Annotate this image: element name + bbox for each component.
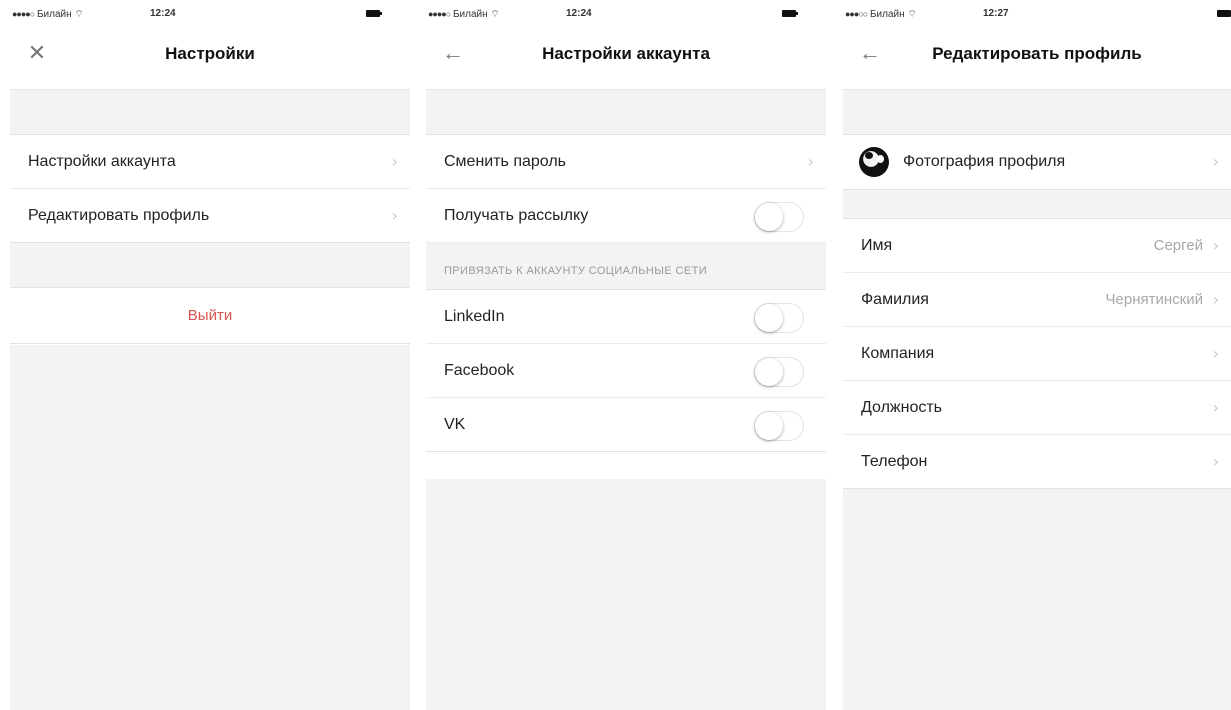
field-label: Должность — [861, 398, 942, 416]
field-last-name[interactable]: Фамилия Чернятинский › — [843, 273, 1231, 327]
navbar: ✕ Настройки — [10, 30, 410, 90]
avatar — [859, 147, 889, 177]
social-item-linkedin: LinkedIn — [426, 290, 826, 344]
battery-icon — [366, 10, 382, 17]
status-bar: ●●●○○ Билайн ⌔ 12:27 — [843, 0, 1231, 30]
menu-item-label: Настройки аккаунта — [28, 152, 176, 170]
menu-item-label: Редактировать профиль — [28, 206, 210, 224]
page-title: Редактировать профиль — [932, 44, 1142, 63]
signal-icon: ●●●○○ — [845, 9, 868, 19]
field-phone[interactable]: Телефон › — [843, 435, 1231, 489]
newsletter-toggle[interactable] — [754, 202, 804, 232]
status-bar: ●●●●○ Билайн ⌔ 12:24 — [426, 0, 826, 30]
field-value: Чернятинский — [1105, 291, 1203, 308]
signal-icon: ●●●●○ — [12, 9, 35, 19]
facebook-toggle[interactable] — [754, 357, 804, 387]
chevron-right-icon: › — [1212, 152, 1219, 171]
toggle-knob — [755, 412, 783, 440]
social-label: VK — [444, 415, 466, 433]
page-title: Настройки — [165, 44, 255, 63]
menu-item-label: Сменить пароль — [444, 152, 567, 170]
vk-toggle[interactable] — [754, 411, 804, 441]
chevron-right-icon: › — [1212, 452, 1219, 471]
navbar: ← Редактировать профиль — [843, 30, 1231, 90]
field-position[interactable]: Должность › — [843, 381, 1231, 435]
wifi-icon: ⌔ — [490, 9, 500, 20]
wifi-icon: ⌔ — [907, 9, 917, 20]
battery-icon — [1217, 10, 1231, 17]
menu-item-edit-profile[interactable]: Редактировать профиль › — [10, 189, 410, 243]
background-filler — [426, 479, 826, 710]
linkedin-toggle[interactable] — [754, 303, 804, 333]
social-item-vk: VK — [426, 398, 826, 452]
section-spacer — [10, 90, 410, 135]
field-first-name[interactable]: Имя Сергей › — [843, 219, 1231, 273]
menu-item-profile-photo[interactable]: Фотография профиля › — [843, 135, 1231, 189]
status-time: 12:24 — [150, 8, 176, 19]
menu-item-label: Фотография профиля — [903, 153, 1066, 170]
field-label: Компания — [861, 344, 935, 362]
section-spacer — [10, 243, 410, 288]
chevron-right-icon: › — [391, 152, 398, 171]
battery-icon — [782, 10, 798, 17]
menu-item-account-settings[interactable]: Настройки аккаунта › — [10, 135, 410, 189]
screen-settings: ●●●●○ Билайн ⌔ 12:24 ✕ Настройки Настрой… — [10, 0, 410, 710]
section-spacer — [843, 189, 1231, 219]
carrier-name: Билайн — [452, 9, 488, 20]
toggle-knob — [755, 304, 783, 332]
section-spacer — [843, 90, 1231, 135]
chevron-right-icon: › — [1212, 236, 1219, 255]
screen-account-settings: ●●●●○ Билайн ⌔ 12:24 ← Настройки аккаунт… — [426, 0, 826, 710]
menu-item-label: Получать рассылку — [444, 206, 589, 224]
background-filler — [10, 345, 410, 710]
toggle-knob — [755, 358, 783, 386]
field-label: Телефон — [861, 452, 928, 470]
status-time: 12:24 — [566, 8, 592, 19]
logout-button[interactable]: Выйти — [10, 288, 410, 344]
status-bar: ●●●●○ Билайн ⌔ 12:24 — [10, 0, 410, 30]
chevron-right-icon: › — [1212, 290, 1219, 309]
section-spacer — [426, 90, 826, 135]
toggle-knob — [755, 203, 783, 231]
field-company[interactable]: Компания › — [843, 327, 1231, 381]
status-time: 12:27 — [983, 8, 1009, 19]
social-label: Facebook — [444, 361, 515, 379]
signal-icon: ●●●●○ — [428, 9, 451, 19]
field-value: Сергей — [1153, 237, 1203, 254]
chevron-right-icon: › — [1212, 344, 1219, 363]
logout-label: Выйти — [187, 307, 233, 324]
section-header-social: ПРИВЯЗАТЬ К АККАУНТУ СОЦИАЛЬНЫЕ СЕТИ — [426, 243, 826, 290]
carrier: ●●●●○ Билайн ⌔ — [12, 8, 84, 21]
field-label: Фамилия — [861, 290, 929, 308]
wifi-icon: ⌔ — [74, 9, 84, 20]
carrier-name: Билайн — [36, 9, 72, 20]
social-label: LinkedIn — [444, 307, 505, 325]
carrier-name: Билайн — [869, 9, 905, 20]
screen-edit-profile: ●●●○○ Билайн ⌔ 12:27 ← Редактировать про… — [843, 0, 1231, 710]
chevron-right-icon: › — [807, 152, 814, 171]
page-title: Настройки аккаунта — [542, 44, 710, 63]
menu-item-newsletter: Получать рассылку — [426, 189, 826, 243]
chevron-right-icon: › — [1212, 398, 1219, 417]
field-label: Имя — [861, 236, 893, 254]
carrier: ●●●●○ Билайн ⌔ — [428, 8, 500, 21]
background-filler — [843, 489, 1231, 710]
carrier: ●●●○○ Билайн ⌔ — [845, 8, 917, 21]
menu-item-change-password[interactable]: Сменить пароль › — [426, 135, 826, 189]
chevron-right-icon: › — [391, 206, 398, 225]
navbar: ← Настройки аккаунта — [426, 30, 826, 90]
social-item-facebook: Facebook — [426, 344, 826, 398]
